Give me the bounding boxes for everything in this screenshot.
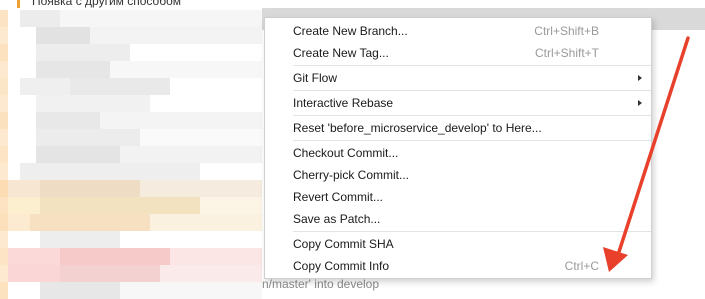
menu-item-label: Checkout Commit... bbox=[293, 146, 399, 160]
menu-item-shortcut: Ctrl+C bbox=[564, 259, 599, 273]
menu-separator bbox=[293, 90, 651, 91]
menu-item-create-new-tag[interactable]: Create New Tag... Ctrl+Shift+T bbox=[265, 42, 651, 64]
branch-graph-line bbox=[17, 0, 20, 8]
menu-item-label: Git Flow bbox=[293, 71, 338, 85]
menu-item-reset-to-here[interactable]: Reset 'before_microservice_develop' to H… bbox=[265, 117, 651, 139]
menu-separator bbox=[293, 65, 651, 66]
commit-message: n/master' into develop bbox=[262, 277, 380, 291]
commit-row[interactable]: Появка с другим способом bbox=[0, 0, 705, 8]
menu-item-copy-commit-sha[interactable]: Copy Commit SHA bbox=[265, 233, 651, 255]
submenu-arrow-icon bbox=[638, 100, 642, 106]
menu-separator bbox=[293, 115, 651, 116]
menu-item-label: Copy Commit SHA bbox=[293, 237, 394, 251]
menu-item-cherry-pick-commit[interactable]: Cherry-pick Commit... bbox=[265, 164, 651, 186]
menu-item-label: Create New Tag... bbox=[293, 46, 389, 60]
menu-item-label: Save as Patch... bbox=[293, 212, 381, 226]
menu-separator bbox=[293, 140, 651, 141]
menu-item-copy-commit-info[interactable]: Copy Commit Info Ctrl+C bbox=[265, 255, 651, 277]
menu-item-create-new-branch[interactable]: Create New Branch... Ctrl+Shift+B bbox=[265, 20, 651, 42]
submenu-arrow-icon bbox=[638, 75, 642, 81]
menu-item-label: Create New Branch... bbox=[293, 24, 408, 38]
menu-item-label: Cherry-pick Commit... bbox=[293, 168, 410, 182]
menu-item-interactive-rebase[interactable]: Interactive Rebase bbox=[265, 92, 651, 114]
menu-item-label: Revert Commit... bbox=[293, 190, 384, 204]
menu-item-git-flow[interactable]: Git Flow bbox=[265, 67, 651, 89]
menu-item-shortcut: Ctrl+Shift+B bbox=[534, 24, 599, 38]
menu-item-label: Reset 'before_microservice_develop' to H… bbox=[293, 121, 542, 135]
menu-separator bbox=[293, 231, 651, 232]
menu-item-shortcut: Ctrl+Shift+T bbox=[534, 46, 599, 60]
commit-context-menu: Create New Branch... Ctrl+Shift+B Create… bbox=[264, 17, 652, 279]
menu-item-revert-commit[interactable]: Revert Commit... bbox=[265, 186, 651, 208]
menu-item-save-as-patch[interactable]: Save as Patch... bbox=[265, 208, 651, 230]
menu-item-checkout-commit[interactable]: Checkout Commit... bbox=[265, 142, 651, 164]
pixelated-commit-graph bbox=[0, 10, 262, 299]
menu-item-label: Interactive Rebase bbox=[293, 96, 394, 110]
commit-message: Появка с другим способом bbox=[32, 0, 182, 8]
menu-item-label: Copy Commit Info bbox=[293, 259, 390, 273]
